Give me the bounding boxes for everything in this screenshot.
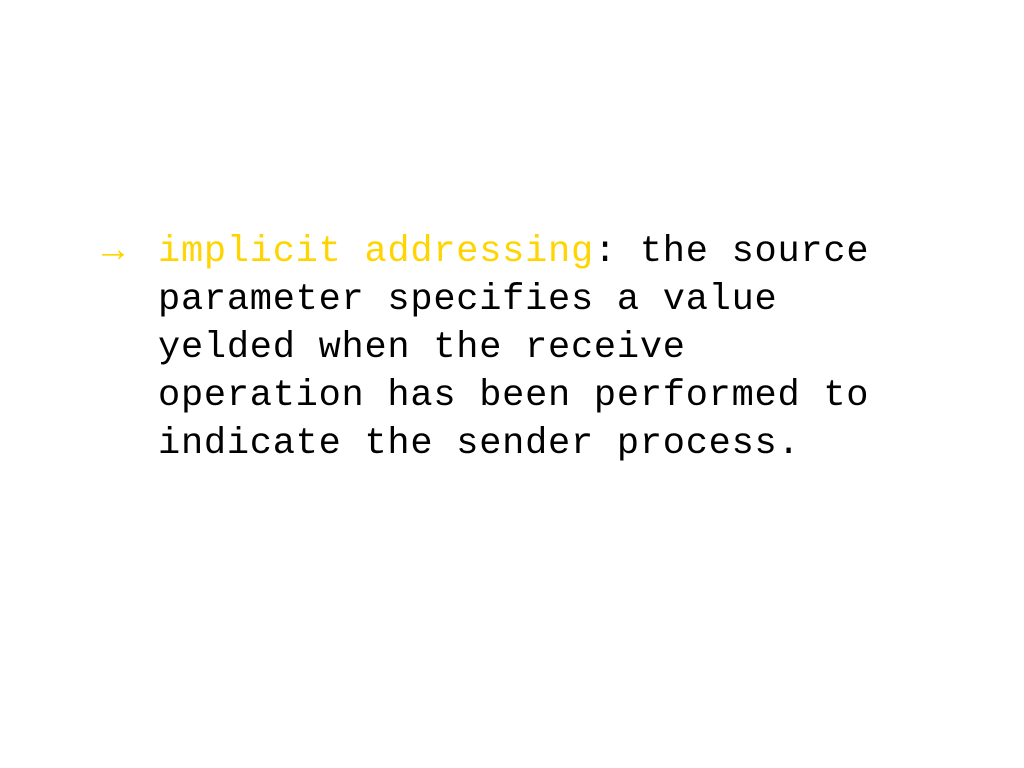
highlighted-term: implicit addressing [158,231,594,273]
arrow-right-icon: → [102,228,125,276]
bullet-text: implicit addressing: the source paramete… [105,228,915,468]
slide-content: → implicit addressing: the source parame… [105,228,915,468]
